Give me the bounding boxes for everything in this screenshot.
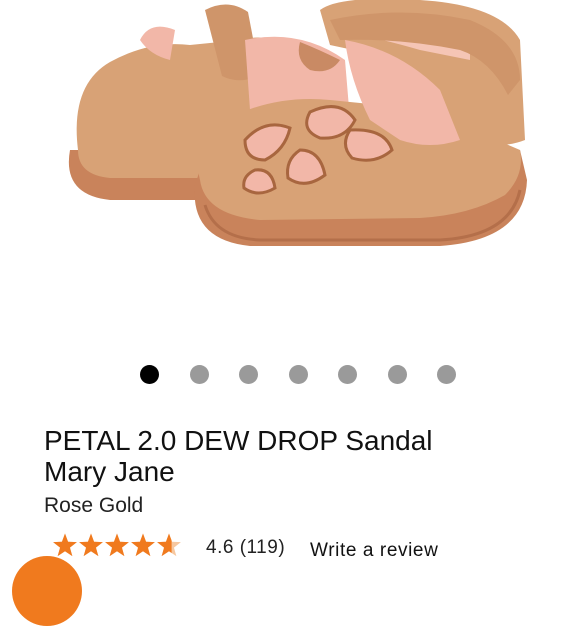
carousel-dot[interactable] <box>387 365 407 384</box>
review-count: (119) <box>239 537 286 558</box>
product-image-carousel[interactable] <box>0 0 580 345</box>
star-filled-icon <box>105 533 129 557</box>
product-title-line1: PETAL 2.0 DEW DROP Sandal <box>44 425 433 456</box>
carousel-pagination <box>0 365 580 387</box>
star-rating-icon <box>52 532 182 562</box>
rating-summary: 4.6 (119) <box>206 537 285 559</box>
chat-bubble-icon[interactable] <box>12 556 82 626</box>
write-review-link[interactable]: Write a review <box>310 540 438 562</box>
product-color-name: Rose Gold <box>44 494 144 517</box>
carousel-dot[interactable] <box>288 365 308 384</box>
carousel-dot[interactable] <box>140 365 159 384</box>
star-filled-icon <box>131 533 155 557</box>
rating-value: 4.6 <box>206 537 234 558</box>
carousel-dot[interactable] <box>239 365 258 384</box>
carousel-dot[interactable] <box>189 365 209 384</box>
star-filled-icon <box>53 533 77 557</box>
product-title-line2: Mary Jane <box>44 456 175 487</box>
carousel-dot[interactable] <box>338 365 357 384</box>
product-photo-sandals <box>68 0 527 246</box>
star-filled-icon <box>79 533 103 557</box>
rating-row: 4.6 (119) Write a review <box>52 532 572 564</box>
carousel-dot[interactable] <box>437 365 456 384</box>
product-title: PETAL 2.0 DEW DROP Sandal Mary Jane <box>44 425 564 487</box>
